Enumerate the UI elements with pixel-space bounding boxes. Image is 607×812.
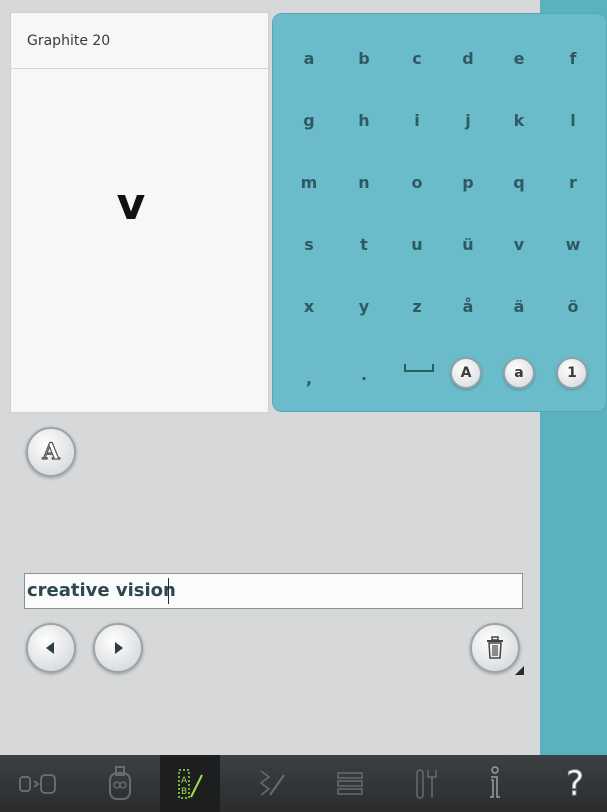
tab-info[interactable] bbox=[465, 755, 525, 812]
key-m[interactable]: m bbox=[289, 164, 329, 200]
key-z[interactable]: z bbox=[397, 288, 437, 324]
key-l[interactable]: l bbox=[553, 102, 593, 138]
font-select-button[interactable]: A bbox=[26, 427, 76, 477]
key-o[interactable]: o bbox=[397, 164, 437, 200]
key-x[interactable]: x bbox=[289, 288, 329, 324]
uppercase-button[interactable]: A bbox=[450, 357, 482, 389]
tab-settings[interactable] bbox=[396, 755, 456, 812]
key-period[interactable]: . bbox=[344, 356, 384, 392]
key-h[interactable]: h bbox=[344, 102, 384, 138]
key-y[interactable]: y bbox=[344, 288, 384, 324]
tools-icon bbox=[416, 768, 437, 799]
tab-text-edit[interactable]: A B bbox=[160, 755, 220, 812]
glyph-preview: v bbox=[116, 179, 146, 230]
svg-text:A: A bbox=[181, 776, 188, 786]
delete-button[interactable] bbox=[470, 623, 520, 673]
font-outline-icon: A bbox=[42, 438, 60, 465]
key-p[interactable]: p bbox=[448, 164, 488, 200]
key-d[interactable]: d bbox=[448, 40, 488, 76]
key-k[interactable]: k bbox=[499, 102, 539, 138]
divider bbox=[11, 68, 268, 69]
key-n[interactable]: n bbox=[344, 164, 384, 200]
key-q[interactable]: q bbox=[499, 164, 539, 200]
text-edit-icon: A B bbox=[178, 768, 203, 799]
key-a[interactable]: a bbox=[289, 40, 329, 76]
key-t[interactable]: t bbox=[344, 226, 384, 262]
key-i[interactable]: i bbox=[397, 102, 437, 138]
lowercase-button[interactable]: a bbox=[503, 357, 535, 389]
trash-icon bbox=[487, 636, 503, 659]
arrow-right-icon bbox=[115, 642, 123, 654]
svg-text:B: B bbox=[181, 787, 187, 797]
cursor-left-button[interactable] bbox=[26, 623, 76, 673]
font-name: Graphite 20 bbox=[27, 33, 111, 49]
character-keyboard: a b c d e f g h i j k l m n o p q r s t … bbox=[272, 13, 607, 412]
key-w[interactable]: w bbox=[553, 226, 593, 262]
key-j[interactable]: j bbox=[448, 102, 488, 138]
tab-hoop-selection[interactable] bbox=[90, 755, 150, 812]
key-f[interactable]: f bbox=[553, 40, 593, 76]
file-manager-icon bbox=[337, 771, 363, 795]
numbers-button[interactable]: 1 bbox=[556, 357, 588, 389]
key-u-umlaut[interactable]: ü bbox=[448, 226, 488, 262]
key-v[interactable]: v bbox=[499, 226, 539, 262]
arrow-left-icon bbox=[46, 642, 54, 654]
key-comma[interactable]: , bbox=[289, 360, 329, 396]
help-icon: ? bbox=[565, 763, 585, 804]
space-key-icon[interactable] bbox=[404, 364, 434, 372]
text-input-field[interactable]: creative vision bbox=[24, 573, 523, 609]
key-g[interactable]: g bbox=[289, 102, 329, 138]
embroidery-edit-icon bbox=[19, 773, 56, 794]
key-a-ring[interactable]: å bbox=[448, 288, 488, 324]
cursor-right-button[interactable] bbox=[93, 623, 143, 673]
key-r[interactable]: r bbox=[553, 164, 593, 200]
key-a-umlaut[interactable]: ä bbox=[499, 288, 539, 324]
key-u[interactable]: u bbox=[397, 226, 437, 262]
tab-file-manager[interactable] bbox=[320, 755, 380, 812]
hoop-selection-icon bbox=[109, 765, 131, 800]
tab-stitch-menu[interactable] bbox=[243, 755, 303, 812]
key-c[interactable]: c bbox=[397, 40, 437, 76]
key-s[interactable]: s bbox=[289, 226, 329, 262]
font-preview-panel: Graphite 20 v bbox=[10, 12, 269, 413]
key-b[interactable]: b bbox=[344, 40, 384, 76]
key-e[interactable]: e bbox=[499, 40, 539, 76]
long-press-indicator-icon bbox=[515, 666, 524, 675]
text-input-value: creative vision bbox=[27, 580, 176, 601]
tab-help[interactable]: ? bbox=[545, 755, 605, 812]
stitch-menu-icon bbox=[259, 769, 285, 796]
text-cursor bbox=[168, 578, 169, 604]
info-icon bbox=[490, 765, 500, 798]
bottom-taskbar: A B ? bbox=[0, 755, 607, 812]
tab-embroidery-edit[interactable] bbox=[8, 755, 68, 812]
key-o-umlaut[interactable]: ö bbox=[553, 288, 593, 324]
